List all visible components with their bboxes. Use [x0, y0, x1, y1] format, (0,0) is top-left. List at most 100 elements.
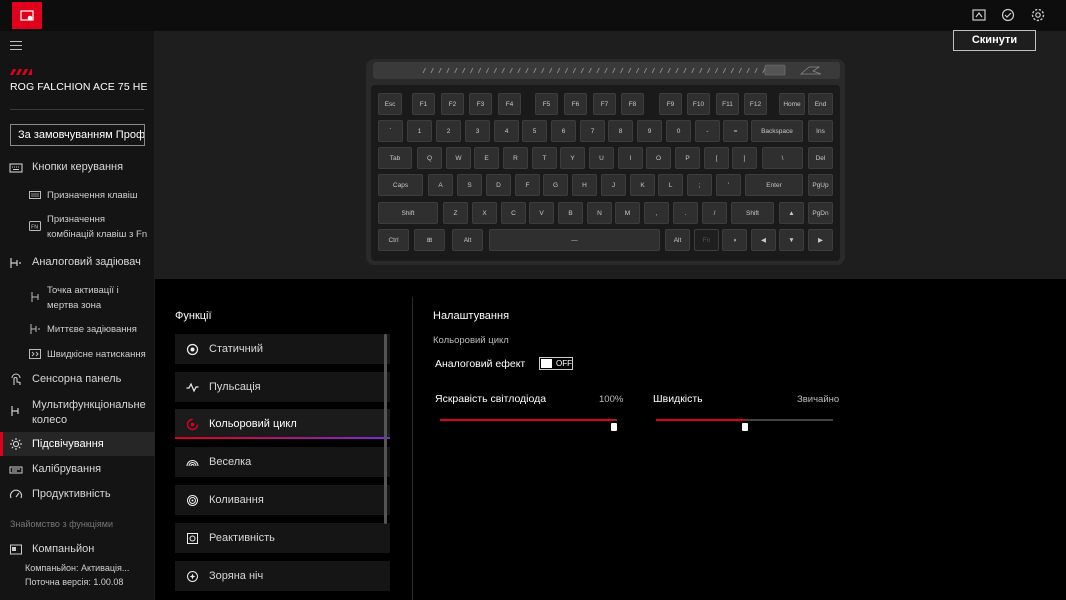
- key[interactable]: F7: [593, 93, 616, 115]
- key[interactable]: .: [673, 202, 698, 224]
- key[interactable]: C: [501, 202, 526, 224]
- key[interactable]: ▼: [779, 229, 804, 251]
- key[interactable]: J: [601, 174, 626, 196]
- key[interactable]: 7: [580, 120, 605, 142]
- sidebar-item-calibration[interactable]: Калібрування: [0, 463, 155, 477]
- key[interactable]: V: [529, 202, 554, 224]
- sidebar-item-speed-tap[interactable]: Швидкісне натискання: [0, 347, 155, 362]
- key[interactable]: B: [558, 202, 583, 224]
- key[interactable]: F2: [441, 93, 464, 115]
- key[interactable]: 5: [522, 120, 547, 142]
- sidebar-item-key-assignment[interactable]: Призначення клавіш: [0, 188, 155, 203]
- key[interactable]: E: [474, 147, 499, 169]
- key[interactable]: Home: [779, 93, 805, 115]
- key[interactable]: X: [472, 202, 497, 224]
- key[interactable]: R: [503, 147, 528, 169]
- key[interactable]: ;: [687, 174, 712, 196]
- key[interactable]: Shift: [731, 202, 774, 224]
- key[interactable]: `: [378, 120, 403, 142]
- menu-icon[interactable]: [10, 41, 22, 51]
- function-pulse[interactable]: Пульсація: [175, 372, 390, 402]
- key[interactable]: I: [618, 147, 643, 169]
- key[interactable]: F4: [498, 93, 521, 115]
- key[interactable]: A: [428, 174, 453, 196]
- key[interactable]: F: [515, 174, 540, 196]
- key[interactable]: [: [704, 147, 729, 169]
- key[interactable]: \: [762, 147, 803, 169]
- key[interactable]: W: [446, 147, 471, 169]
- key[interactable]: U: [589, 147, 614, 169]
- key[interactable]: ◑: [722, 229, 747, 251]
- sidebar-item-rapid-trigger[interactable]: Миттєве задіювання: [0, 322, 155, 337]
- key[interactable]: Alt: [452, 229, 483, 251]
- key[interactable]: F9: [659, 93, 682, 115]
- function-starry-night[interactable]: Зоряна ніч: [175, 561, 390, 591]
- speed-slider-track[interactable]: [656, 419, 833, 421]
- function-ripple[interactable]: Коливання: [175, 485, 390, 515]
- speed-slider-handle[interactable]: [741, 423, 748, 431]
- key[interactable]: D: [486, 174, 511, 196]
- sidebar-item-touch-panel[interactable]: Сенсорна панель: [0, 373, 155, 387]
- function-rainbow[interactable]: Веселка: [175, 447, 390, 477]
- key[interactable]: ▲: [779, 202, 804, 224]
- key[interactable]: G: [543, 174, 568, 196]
- key[interactable]: S: [457, 174, 482, 196]
- key[interactable]: H: [572, 174, 597, 196]
- key[interactable]: F10: [687, 93, 710, 115]
- settings-gear-icon[interactable]: [1030, 7, 1046, 23]
- key[interactable]: Tab: [378, 147, 412, 169]
- brightness-slider-handle[interactable]: [611, 423, 618, 431]
- key[interactable]: F5: [535, 93, 558, 115]
- key[interactable]: Shift: [378, 202, 438, 224]
- sidebar-item-fn-assignment[interactable]: FN Призначення комбінацій клавіш з Fn: [0, 212, 155, 242]
- key[interactable]: 4: [494, 120, 519, 142]
- key[interactable]: P: [675, 147, 700, 169]
- key[interactable]: Enter: [745, 174, 803, 196]
- analog-effect-toggle[interactable]: OFF: [539, 357, 573, 370]
- key[interactable]: F3: [469, 93, 492, 115]
- sidebar-item-wheel[interactable]: Мультифункціональне колесо: [0, 398, 155, 428]
- key[interactable]: Del: [808, 147, 833, 169]
- key[interactable]: ,: [644, 202, 669, 224]
- key[interactable]: ': [716, 174, 741, 196]
- key[interactable]: 0: [666, 120, 691, 142]
- sidebar-item-lighting[interactable]: Підсвічування: [0, 432, 155, 456]
- key[interactable]: F6: [564, 93, 587, 115]
- key[interactable]: PgUp: [808, 174, 833, 196]
- key[interactable]: Y: [560, 147, 585, 169]
- key[interactable]: Caps: [378, 174, 423, 196]
- key[interactable]: End: [808, 93, 833, 115]
- key[interactable]: 1: [407, 120, 432, 142]
- key[interactable]: Backspace: [751, 120, 803, 142]
- function-color-cycle[interactable]: Кольоровий цикл: [175, 409, 390, 439]
- key[interactable]: F8: [621, 93, 644, 115]
- key[interactable]: L: [658, 174, 683, 196]
- key[interactable]: -: [695, 120, 720, 142]
- key[interactable]: O: [646, 147, 671, 169]
- sidebar-item-companion[interactable]: Компаньйон: [0, 543, 155, 557]
- key[interactable]: 8: [608, 120, 633, 142]
- key[interactable]: Fn: [694, 229, 719, 251]
- sidebar-item-performance[interactable]: Продуктивність: [0, 488, 155, 502]
- profile-selector[interactable]: За замовчуванням Профі...: [10, 124, 145, 146]
- functions-scrollbar[interactable]: [384, 334, 387, 524]
- sync-icon[interactable]: [1000, 7, 1016, 23]
- key[interactable]: 3: [465, 120, 490, 142]
- key[interactable]: N: [587, 202, 612, 224]
- screenshot-icon[interactable]: [971, 7, 987, 23]
- key[interactable]: PgDn: [808, 202, 833, 224]
- key[interactable]: F1: [412, 93, 435, 115]
- key[interactable]: 2: [436, 120, 461, 142]
- key[interactable]: ▶: [808, 229, 833, 251]
- key[interactable]: ◀: [751, 229, 776, 251]
- key[interactable]: M: [615, 202, 640, 224]
- key[interactable]: Z: [443, 202, 468, 224]
- sidebar-item-analog[interactable]: Аналоговий задіювач: [0, 256, 155, 270]
- key[interactable]: F12: [744, 93, 767, 115]
- key[interactable]: Esc: [378, 93, 402, 115]
- key[interactable]: T: [532, 147, 557, 169]
- brightness-slider-track[interactable]: [440, 419, 617, 421]
- key[interactable]: ]: [732, 147, 757, 169]
- key[interactable]: 6: [551, 120, 576, 142]
- function-static[interactable]: Статичний: [175, 334, 390, 364]
